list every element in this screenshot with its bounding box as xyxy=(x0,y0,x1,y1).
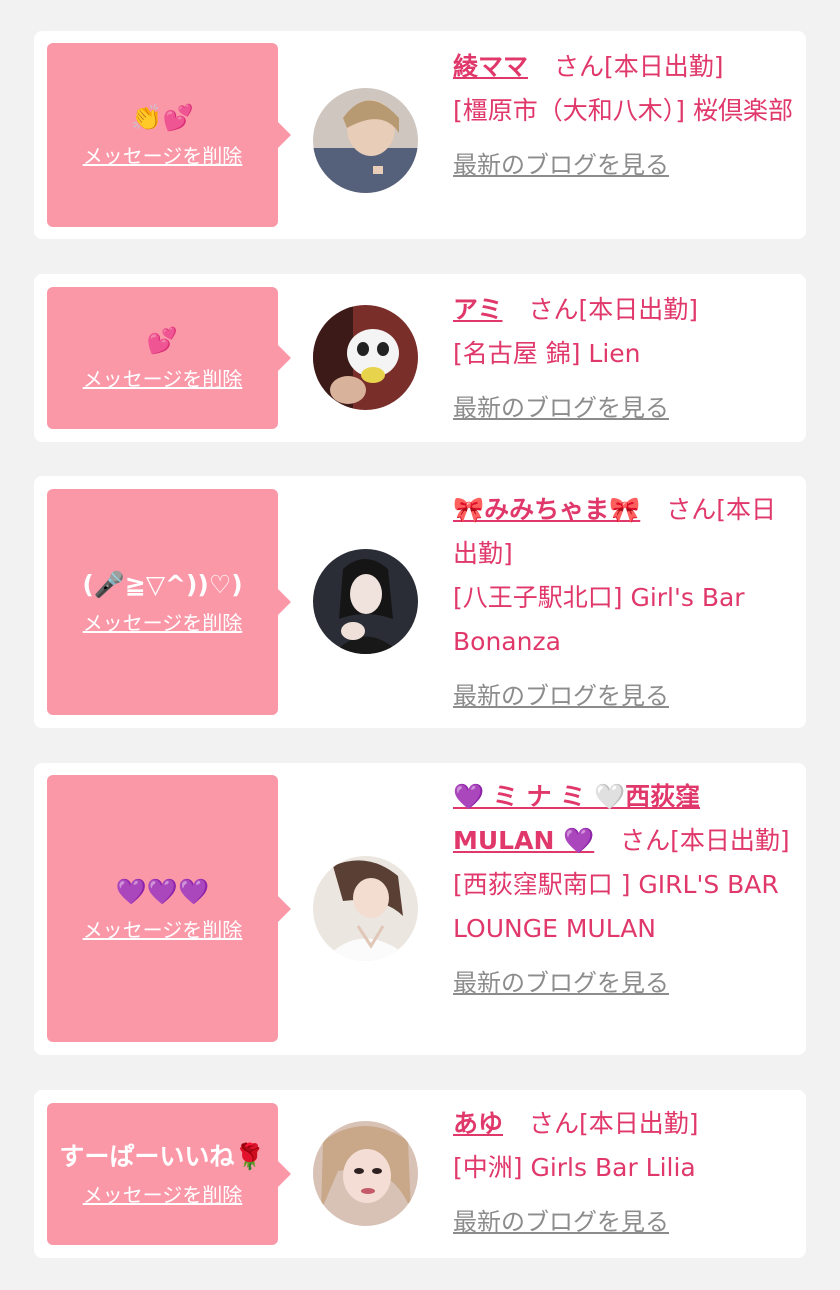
avatar[interactable] xyxy=(313,88,418,193)
cast-status: さん[本日出勤] xyxy=(528,295,698,324)
avatar[interactable] xyxy=(313,1121,418,1226)
shop-name: [八王子駅北口] Girl's Bar Bonanza xyxy=(453,583,745,656)
cast-name-link[interactable]: 綾ママ xyxy=(453,52,528,81)
cast-info: 綾ママ さん[本日出勤] [橿原市（大和八木）] 桜倶楽部 最新のブログを見る xyxy=(453,45,793,187)
cast-name-link[interactable]: アミ xyxy=(453,295,503,324)
cast-name-link[interactable]: あゆ xyxy=(453,1109,503,1138)
shop-name: [名古屋 錦] Lien xyxy=(453,339,641,368)
avatar[interactable] xyxy=(313,856,418,961)
message-card: すーぱーいいね🌹 メッセージを削除 あゆ さん[本日出勤] [中洲] Girls… xyxy=(34,1090,806,1258)
latest-blog-link[interactable]: 最新のブログを見る xyxy=(453,674,793,718)
message-text: 💜💜💜 xyxy=(115,876,210,906)
avatar[interactable] xyxy=(313,549,418,654)
message-card: (🎤≧▽^))♡) メッセージを削除 🎀みみちゃま🎀 さん[本日出勤] [八王子… xyxy=(34,476,806,728)
latest-blog-link[interactable]: 最新のブログを見る xyxy=(453,143,793,187)
cast-info: 🎀みみちゃま🎀 さん[本日出勤] [八王子駅北口] Girl's Bar Bon… xyxy=(453,488,793,718)
delete-message-link[interactable]: メッセージを削除 xyxy=(83,1180,243,1210)
cast-info: 💜 ミ ナ ミ 🤍西荻窪 MULAN 💜 さん[本日出勤] [西荻窪駅南口 ] … xyxy=(453,775,793,1005)
shop-name: [橿原市（大和八木）] 桜倶楽部 xyxy=(453,96,793,125)
message-card: 👏💕 メッセージを削除 綾ママ さん[本日出勤] [橿原市（大和八木）] 桜倶楽… xyxy=(34,31,806,239)
shop-name: [西荻窪駅南口 ] GIRL'S BAR LOUNGE MULAN xyxy=(453,870,779,943)
message-text: 💕 xyxy=(146,326,179,355)
cast-status: さん[本日出勤] xyxy=(528,1109,699,1138)
message-text: (🎤≧▽^))♡) xyxy=(82,570,243,599)
message-text: すーぱーいいね🌹 xyxy=(59,1142,266,1171)
delete-message-link[interactable]: メッセージを削除 xyxy=(83,608,243,638)
cast-info: あゆ さん[本日出勤] [中洲] Girls Bar Lilia 最新のブログを… xyxy=(453,1102,793,1244)
latest-blog-link[interactable]: 最新のブログを見る xyxy=(453,386,793,430)
delete-message-link[interactable]: メッセージを削除 xyxy=(83,364,243,394)
message-card: 💜💜💜 メッセージを削除 💜 ミ ナ ミ 🤍西荻窪 MULAN 💜 さん[本日出… xyxy=(34,763,806,1055)
message-bubble: 💜💜💜 メッセージを削除 xyxy=(47,775,291,1042)
delete-message-link[interactable]: メッセージを削除 xyxy=(83,915,243,945)
message-bubble: すーぱーいいね🌹 メッセージを削除 xyxy=(47,1103,291,1245)
message-bubble: 👏💕 メッセージを削除 xyxy=(47,43,291,227)
message-card: 💕 メッセージを削除 アミ さん[本日出勤] [名古屋 錦] Lien 最新のブ… xyxy=(34,274,806,442)
message-text: 👏💕 xyxy=(131,103,194,132)
cast-name-link[interactable]: 🎀みみちゃま🎀 xyxy=(453,495,640,524)
latest-blog-link[interactable]: 最新のブログを見る xyxy=(453,961,793,1005)
message-bubble: (🎤≧▽^))♡) メッセージを削除 xyxy=(47,489,291,715)
avatar[interactable] xyxy=(313,305,418,410)
cast-status: さん[本日出勤] xyxy=(620,826,790,855)
shop-name: [中洲] Girls Bar Lilia xyxy=(453,1153,696,1182)
latest-blog-link[interactable]: 最新のブログを見る xyxy=(453,1200,793,1244)
cast-status: さん[本日出勤] xyxy=(553,52,724,81)
message-bubble: 💕 メッセージを削除 xyxy=(47,287,291,429)
cast-info: アミ さん[本日出勤] [名古屋 錦] Lien 最新のブログを見る xyxy=(453,288,793,430)
delete-message-link[interactable]: メッセージを削除 xyxy=(83,141,243,171)
